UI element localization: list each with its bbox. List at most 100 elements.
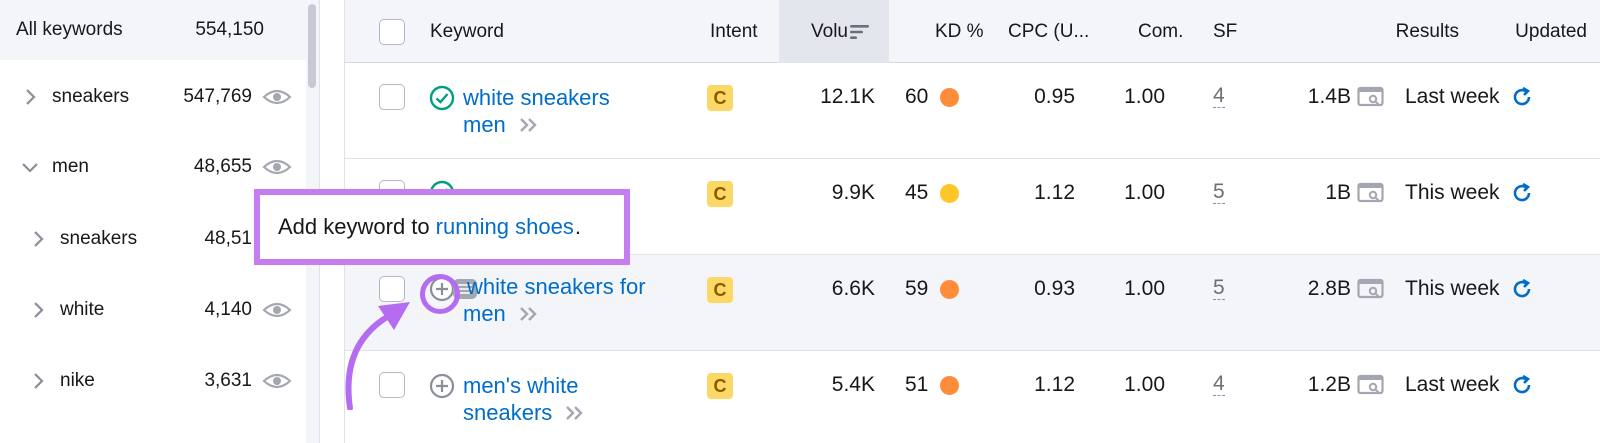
refresh-icon[interactable] [1510, 277, 1534, 301]
sf-value[interactable]: 5 [1213, 181, 1225, 204]
double-chevron-icon[interactable] [564, 404, 586, 422]
kd-value: 59 [905, 277, 929, 300]
sf-value[interactable]: 4 [1213, 85, 1225, 108]
tooltip-suffix: . [574, 214, 581, 239]
sidebar-item-label: sneakers [52, 86, 130, 107]
com-value: 1.00 [1124, 277, 1165, 300]
sidebar-item-label: nike [60, 370, 95, 391]
select-all-cell [379, 0, 405, 63]
com-value: 1.00 [1124, 85, 1165, 108]
col-intent[interactable]: Intent [710, 0, 758, 63]
all-keywords-label: All keywords [16, 19, 123, 40]
sidebar-item-count: 48,51 [204, 228, 252, 249]
sf-value[interactable]: 5 [1213, 277, 1225, 300]
all-keywords-row[interactable]: All keywords 554,150 [0, 0, 306, 60]
refresh-icon[interactable] [1510, 85, 1534, 109]
sidebar-item-label: men [52, 156, 89, 177]
refresh-icon[interactable] [1510, 373, 1534, 397]
chevron-right-icon[interactable] [26, 369, 50, 393]
sidebar-item-nike[interactable]: nike 3,631 [0, 346, 306, 416]
kd-value: 51 [905, 373, 929, 396]
results-value: 2.8B [1307, 277, 1351, 300]
keyword-link[interactable]: white sneakers men [463, 84, 653, 138]
chevron-down-icon[interactable] [18, 155, 42, 179]
sidebar-item-count: 4,140 [204, 299, 252, 320]
chevron-right-icon[interactable] [26, 298, 50, 322]
intent-badge: C [707, 85, 733, 111]
sidebar-item-sneakers[interactable]: sneakers 547,769 [0, 62, 306, 132]
cpc-value: 1.12 [1034, 181, 1075, 204]
sidebar-item-count: 547,769 [183, 86, 252, 107]
col-updated[interactable]: Updated [1465, 0, 1587, 63]
kd-difficulty-dot [940, 87, 960, 107]
kd-value: 60 [905, 85, 929, 108]
double-chevron-icon[interactable] [518, 305, 540, 323]
chevron-right-icon[interactable] [18, 85, 42, 109]
col-com[interactable]: Com. [1138, 0, 1183, 63]
updated-value: Last week [1405, 373, 1500, 396]
updated-value: This week [1405, 277, 1500, 300]
cpc-value: 0.95 [1034, 85, 1075, 108]
annotation-arrow [345, 302, 410, 410]
sidebar-item-label: sneakers [60, 228, 138, 249]
col-volume[interactable]: Volu [779, 0, 889, 63]
refresh-icon[interactable] [1510, 181, 1534, 205]
tooltip-list-link[interactable]: running shoes [436, 214, 574, 240]
cpc-value: 0.93 [1034, 277, 1075, 300]
eye-icon[interactable] [262, 87, 292, 107]
double-chevron-icon[interactable] [518, 116, 540, 134]
col-results[interactable]: Results [1337, 0, 1459, 63]
serp-preview-icon[interactable] [1357, 278, 1385, 300]
sidebar-item-label: white [60, 299, 105, 320]
serp-preview-icon[interactable] [1357, 86, 1385, 108]
all-keywords-count: 554,150 [195, 19, 264, 40]
sidebar-item-count: 3,631 [204, 370, 252, 391]
col-kd[interactable]: KD % [935, 0, 984, 63]
serp-preview-icon[interactable] [1357, 182, 1385, 204]
eye-icon[interactable] [262, 371, 292, 391]
updated-value: This week [1405, 181, 1500, 204]
chevron-right-icon[interactable] [26, 227, 50, 251]
kd-difficulty-dot [940, 375, 960, 395]
results-value: 1B [1325, 181, 1351, 204]
intent-badge: C [707, 277, 733, 303]
serp-preview-icon[interactable] [1357, 374, 1385, 396]
kd-value: 45 [905, 181, 929, 204]
sf-value[interactable]: 4 [1213, 373, 1225, 396]
eye-icon[interactable] [262, 300, 292, 320]
volume-value: 12.1K [820, 85, 875, 108]
col-volume-label: Volu [811, 20, 848, 42]
col-cpc[interactable]: CPC (U... [1008, 0, 1089, 63]
volume-value: 5.4K [831, 373, 875, 396]
row-checkbox[interactable] [379, 84, 405, 110]
sidebar-scrollbar-thumb[interactable] [308, 4, 316, 88]
results-value: 1.2B [1307, 373, 1351, 396]
table-row[interactable]: white sneakers men C 12.1K 60 0.95 1.00 … [345, 63, 1600, 159]
sort-icon[interactable] [849, 24, 870, 40]
table-row[interactable]: men's white sneakers C 5.4K 51 1.12 1.00… [345, 351, 1600, 443]
com-value: 1.00 [1124, 373, 1165, 396]
eye-icon[interactable] [262, 157, 292, 177]
tooltip-text: Add keyword to [278, 214, 430, 239]
sidebar-item-count: 48,655 [193, 156, 252, 177]
kd-difficulty-dot [940, 183, 960, 203]
check-circle-icon [429, 85, 455, 111]
volume-value: 6.6K [831, 277, 875, 300]
add-keyword-tooltip: Add keyword to running shoes . [254, 189, 630, 265]
cpc-value: 1.12 [1034, 373, 1075, 396]
table-row[interactable]: white sneakers for men C 6.6K 59 0.93 1.… [345, 255, 1600, 351]
results-value: 1.4B [1307, 85, 1351, 108]
kd-difficulty-dot [940, 279, 960, 299]
intent-badge: C [707, 373, 733, 399]
sidebar-item-white[interactable]: white 4,140 [0, 275, 306, 345]
com-value: 1.00 [1124, 181, 1165, 204]
select-all-checkbox[interactable] [379, 18, 405, 45]
updated-value: Last week [1405, 85, 1500, 108]
volume-value: 9.9K [831, 181, 875, 204]
table-header: Keyword Intent Volu KD % CPC (U... Com. … [345, 0, 1600, 63]
keyword-link[interactable]: white sneakers for men [463, 273, 673, 327]
col-keyword[interactable]: Keyword [430, 0, 504, 63]
intent-badge: C [707, 181, 733, 207]
col-sf[interactable]: SF [1213, 0, 1237, 63]
keyword-link[interactable]: men's white sneakers [463, 372, 663, 426]
